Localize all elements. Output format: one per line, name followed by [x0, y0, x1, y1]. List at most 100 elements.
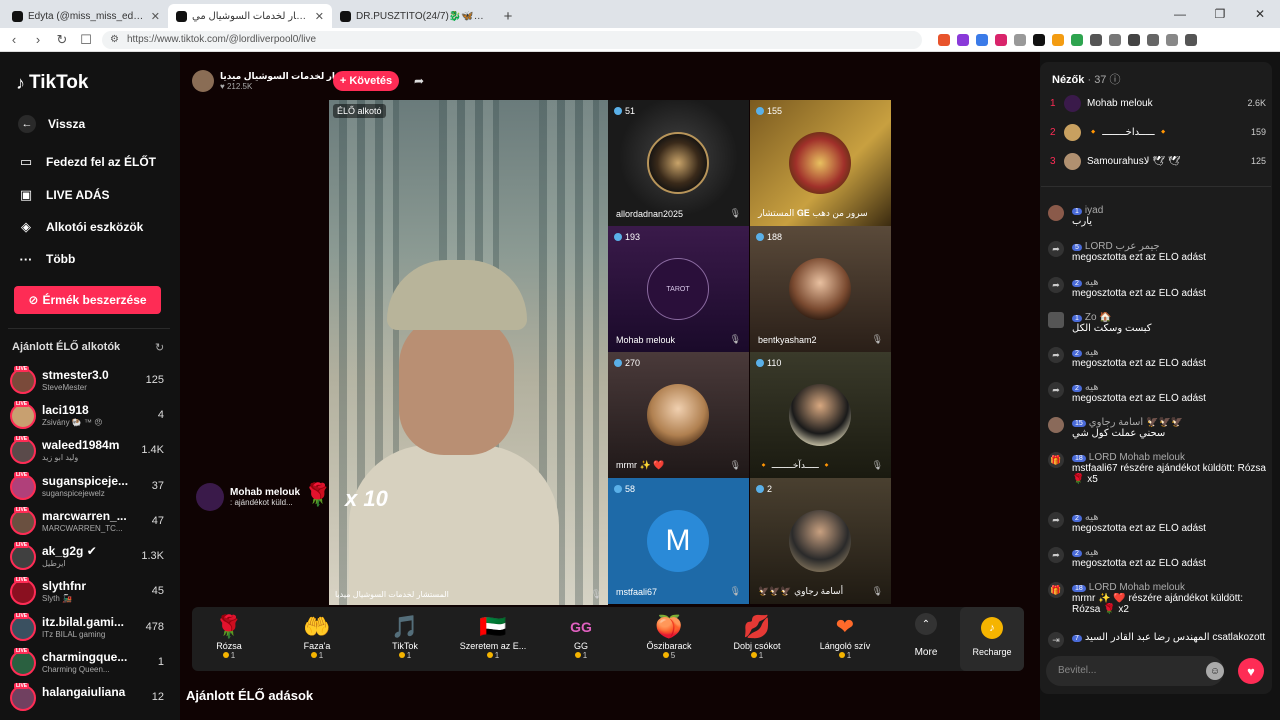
gift-item-gg[interactable]: GG GG 1 — [544, 613, 618, 660]
more-gifts-button[interactable]: ⌃ More — [906, 613, 946, 658]
gift-item-fazaa[interactable]: 🤲 Faza'a 1 — [280, 613, 354, 660]
live-badge: LIVE — [14, 366, 30, 372]
extension-icon[interactable] — [1014, 33, 1026, 46]
chat-message[interactable]: ➦ 2 هيه megosztotta ezt az ÉLŐ adást — [1048, 512, 1266, 534]
brave-shield-icon[interactable] — [938, 33, 950, 46]
creator-item[interactable]: LIVE ak_g2g ✔ ايرطيل 1.3K — [10, 542, 170, 572]
recharge-button[interactable]: ♪ Recharge — [960, 607, 1024, 671]
level-badge: 7 — [1072, 635, 1082, 642]
chat-message[interactable]: 1 Zo 🏠 كبست وسكت الكل — [1048, 312, 1266, 334]
creator-item[interactable]: LIVE itz.bilal.gami... ITz BILAL gaming 478 — [10, 613, 170, 643]
bookmark-icon[interactable]: ☐ — [78, 32, 94, 48]
gift-item-rozsa[interactable]: 🌹 Rózsa 1 — [192, 613, 266, 660]
refresh-icon[interactable]: ↻ — [155, 341, 164, 354]
chat-join-message[interactable]: ⇥ 7 المهندس رضا عبد القادر السيد csatlakoz… — [1048, 632, 1266, 648]
restore-icon[interactable]: ❐ — [1200, 0, 1240, 28]
top-viewer-row[interactable]: 1 Mohab melouk 2.6K — [1050, 92, 1266, 114]
browser-tab[interactable]: DR.PUSZTÍTÓ(24/7)🐉🦋💚🥀 — [332, 4, 496, 28]
wallet-icon[interactable] — [1147, 33, 1159, 46]
creator-item[interactable]: LIVE slythfnr Slyth 🚂 45 — [10, 577, 170, 607]
vpn-icon[interactable] — [1166, 33, 1178, 46]
main-video[interactable]: ÉLŐ alkotó المستشار لخدمات السوشيال ميدي… — [329, 100, 608, 605]
info-icon[interactable]: ⓘ — [1110, 74, 1121, 86]
live-main-area: شار لخدمات السوشيال ميديا...♥ 212.5K + K… — [180, 52, 1040, 720]
top-viewer-row[interactable]: 3 Samourahusلا 🕊 🕊 125 — [1050, 150, 1266, 172]
host-avatar[interactable] — [192, 70, 214, 92]
chat-text: كبست وسكت الكل — [1072, 323, 1152, 334]
viewers-header[interactable]: Nézők · 37 ⓘ — [1052, 71, 1121, 87]
extension-icon[interactable] — [957, 33, 969, 46]
creator-item[interactable]: LIVE charmingque... Charming Queen... 1 — [10, 648, 170, 678]
extension-icon[interactable] — [995, 33, 1007, 46]
chat-message[interactable]: ➦ 2 هيه megosztotta ezt az ÉLŐ adást — [1048, 547, 1266, 569]
gift-item-langolo-sziv[interactable]: ❤ Lángoló szív 1 — [808, 613, 882, 660]
back-link[interactable]: ← Vissza — [18, 115, 85, 133]
gift-item-szeretem[interactable]: 🇦🇪 Szeretem az E... 1 — [456, 613, 530, 660]
chat-message[interactable]: 1 iyad يارب — [1048, 205, 1266, 227]
chat-message[interactable]: ➦ 2 هيه megosztotta ezt az ÉLŐ adást — [1048, 277, 1266, 299]
share-icon[interactable]: ➦ — [414, 74, 424, 88]
guest-tile[interactable]: 193 TAROT Mohab melouk 🎙 — [608, 226, 749, 352]
top-viewer-row[interactable]: 2 🔸 ـــــدآخــــــــ 🔸 159 — [1050, 121, 1266, 143]
guest-tile[interactable]: 58 M mstfaali67 🎙 — [608, 478, 749, 604]
creator-item[interactable]: LIVE waleed1984m وليد ابو زيد 1.4K — [10, 436, 170, 466]
host-info[interactable]: شار لخدمات السوشيال ميديا...♥ 212.5K — [192, 70, 352, 92]
chat-message[interactable]: ➦ 5 LORD جيمر عرب megosztotta ezt az ÉLŐ ad… — [1048, 241, 1266, 263]
new-tab-icon[interactable]: + — [496, 4, 520, 28]
url-field[interactable]: ⚙ https://www.tiktok.com/@lordliverpool0/… — [102, 30, 922, 49]
sidebar-icon[interactable] — [1128, 33, 1140, 46]
like-heart-icon[interactable]: ♥ — [1238, 658, 1264, 684]
divider — [8, 328, 170, 329]
tab-label: المستشار لخدمات السوشيال مي — [192, 10, 310, 22]
guest-tile[interactable]: 51 allordadnan2025 🎙 — [608, 100, 749, 226]
guest-tile[interactable]: 155 المستشار 𝐆𝐄 سرور من دهب — [750, 100, 891, 226]
chat-input-row: Bevitel... ☺ ♥ — [1046, 656, 1266, 686]
sidebar-item-explore-live[interactable]: ▭ Fedezd fel az ÉLŐT — [18, 154, 156, 170]
gift-item-dobj-csokot[interactable]: 💋 Dobj csókot 1 — [720, 613, 794, 660]
creator-sub: MARCWARREN_TC... — [42, 524, 123, 533]
chat-gift-message[interactable]: 🎁 18 LORD Mohab melouk mstfaali67 részére a… — [1048, 452, 1266, 506]
guest-tile[interactable]: 270 mrmr ✨ ❤️ 🎙 — [608, 352, 749, 478]
close-window-icon[interactable]: ✕ — [1240, 0, 1280, 28]
extension-icon[interactable] — [1071, 33, 1083, 46]
emoji-icon[interactable]: ☺ — [1206, 662, 1224, 680]
creator-item[interactable]: LIVE halangaiuliana 12 — [10, 683, 170, 713]
browser-tab[interactable]: Edyta (@miss_miss_edyta) ÉLŐ a ✕ — [4, 4, 168, 28]
chat-message[interactable]: ➦ 2 هيه megosztotta ezt az ÉLŐ adást — [1048, 347, 1266, 369]
guest-tile[interactable]: 2 🦅🦅🦅 أسامة رجاوي 🎙 — [750, 478, 891, 604]
close-icon[interactable]: ✕ — [315, 10, 324, 23]
chat-message[interactable]: 15 أسامة رجاوي 🦅🦅🦅 سحني عملت كول شي — [1048, 417, 1266, 439]
sidebar-item-creator-tools[interactable]: ◈ Alkotói eszközök — [18, 219, 143, 235]
extension-icon[interactable] — [1052, 33, 1064, 46]
minimize-icon[interactable]: — — [1160, 0, 1200, 28]
creator-item[interactable]: LIVE suganspiceje... suganspicejewelz 37 — [10, 472, 170, 502]
browser-tab-active[interactable]: المستشار لخدمات السوشيال مي ✕ — [168, 4, 332, 28]
close-icon[interactable]: ✕ — [151, 10, 160, 23]
back-icon[interactable]: ‹ — [6, 32, 22, 47]
extension-icon[interactable] — [1033, 33, 1045, 46]
sidebar-item-go-live[interactable]: ▣ LIVE ADÁS — [18, 187, 110, 203]
gift-item-oszibarack[interactable]: 🍑 Őszibarack 5 — [632, 613, 706, 660]
tiktok-logo[interactable]: ♪ TikTok — [16, 72, 88, 94]
gift-item-tiktok[interactable]: 🎵 TikTok 1 — [368, 613, 442, 660]
chat-message[interactable]: ➦ 2 هيه megosztotta ezt az ÉLŐ adást — [1048, 382, 1266, 404]
extension-icon[interactable] — [976, 33, 988, 46]
forward-icon[interactable]: › — [30, 32, 46, 47]
extension-icon[interactable] — [1090, 33, 1102, 46]
viewer-count-value: 188 — [767, 232, 783, 242]
creator-item[interactable]: LIVE marcwarren_... MARCWARREN_TC... 47 — [10, 507, 170, 537]
creator-item[interactable]: LIVE stmester3.0 SteveMester 125 — [10, 366, 170, 396]
follow-button[interactable]: + Követés — [333, 71, 399, 91]
get-coins-button[interactable]: ⊘ Érmék beszerzése — [14, 286, 161, 314]
chat-gift-message[interactable]: 🎁 18 LORD Mohab melouk mrmr ✨ ❤️ részére aj… — [1048, 582, 1266, 630]
guest-tile[interactable]: 110 🔸 ـــــدآخــــــــ 🔸 🎙 — [750, 352, 891, 478]
reload-icon[interactable]: ↻ — [54, 32, 70, 48]
site-settings-icon[interactable]: ⚙ — [110, 34, 119, 45]
creator-item[interactable]: LIVE laci1918 Zsivány 🐏 ™ 😠 4 — [10, 401, 170, 431]
chat-input[interactable]: Bevitel... — [1046, 656, 1224, 686]
menu-icon[interactable] — [1185, 33, 1197, 46]
sidebar-item-more[interactable]: ··· Több — [18, 251, 76, 267]
music-icon[interactable] — [1109, 33, 1121, 46]
guest-tile[interactable]: 188 bentkyasham2 🎙 — [750, 226, 891, 352]
live-badge: LIVE — [14, 683, 30, 689]
